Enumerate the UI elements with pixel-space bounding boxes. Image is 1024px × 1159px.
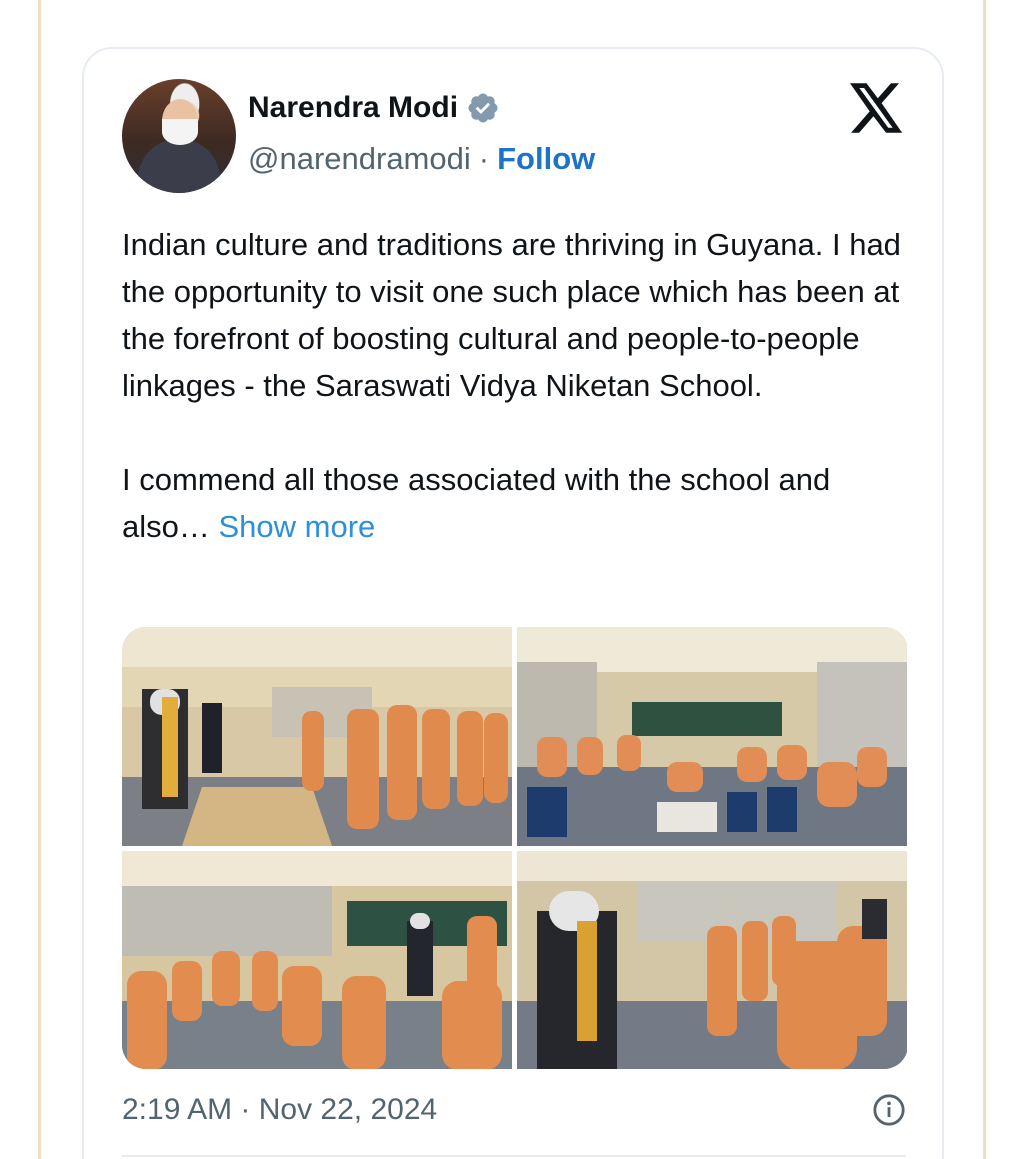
author-handle-row: @narendramodi · Follow [248, 141, 595, 177]
author-handle[interactable]: @narendramodi [248, 141, 471, 177]
tweet-photo-3[interactable] [122, 851, 512, 1069]
verified-badge-icon [468, 93, 498, 123]
footer-divider [122, 1155, 906, 1157]
tweet-photo-4[interactable] [517, 851, 907, 1069]
tweet-timestamp[interactable]: 2:19 AM · Nov 22, 2024 [122, 1093, 437, 1127]
tweet-media-grid [122, 627, 908, 1069]
tweet-text: Indian culture and traditions are thrivi… [122, 221, 912, 550]
separator-dot: · [478, 141, 490, 176]
author-avatar[interactable] [122, 79, 236, 193]
tweet-body-text: Indian culture and traditions are thrivi… [122, 227, 901, 544]
tweet-photo-1[interactable] [122, 627, 512, 846]
show-more-link[interactable]: Show more [219, 509, 376, 544]
author-name[interactable]: Narendra Modi [248, 91, 458, 125]
x-logo-icon[interactable] [850, 83, 904, 133]
page-frame-right [983, 0, 986, 1159]
tweet-footer: 2:19 AM · Nov 22, 2024 [122, 1093, 906, 1127]
info-icon[interactable] [872, 1093, 906, 1127]
page-frame-left [38, 0, 41, 1159]
follow-button[interactable]: Follow [497, 141, 595, 177]
tweet-photo-2[interactable] [517, 627, 907, 846]
author-name-row: Narendra Modi [248, 91, 500, 125]
tweet-card: Narendra Modi @narendramodi · Follow Ind… [82, 47, 944, 1159]
